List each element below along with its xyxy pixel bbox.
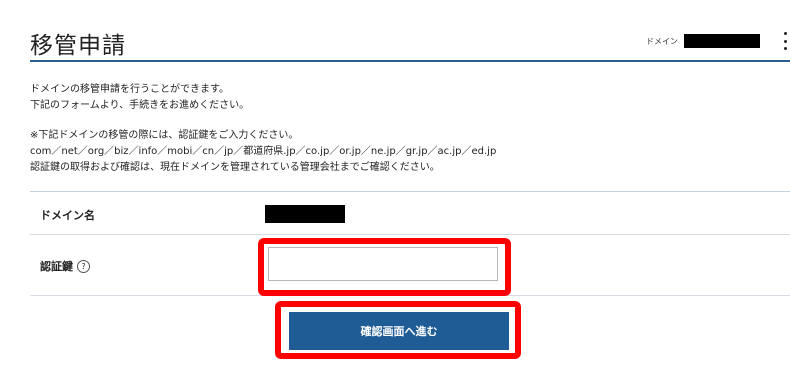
- auth-key-notice: ※下記ドメインの移管の際には、認証鍵をご入力ください。 com／net／org／…: [30, 128, 496, 176]
- notice-line-3: 認証鍵の取得および確認は、現在ドメインを管理されている管理会社までご確認ください…: [30, 162, 440, 173]
- notice-line-1: ※下記ドメインの移管の際には、認証鍵をご入力ください。: [30, 130, 299, 141]
- domain-name-label: ドメイン名: [40, 209, 95, 222]
- auth-key-label-group: 認証鍵 ?: [40, 258, 90, 274]
- page-header: 移管申請 ドメイン: [30, 0, 790, 62]
- redacted-domain-value: [265, 205, 345, 223]
- confirm-screen-button[interactable]: 確認画面へ進む: [289, 312, 509, 350]
- auth-key-label: 認証鍵: [40, 260, 73, 273]
- notice-line-2: com／net／org／biz／info／mobi／cn／jp／都道府県.jp／…: [30, 146, 497, 157]
- kebab-menu-icon[interactable]: [780, 32, 790, 50]
- domain-name-row: ドメイン名: [30, 192, 790, 235]
- intro-line-1: ドメインの移管申請を行うことができます。: [30, 84, 229, 95]
- intro-line-2: 下記のフォームより、手続きをお進めください。: [30, 100, 250, 111]
- help-icon[interactable]: ?: [77, 259, 90, 273]
- transfer-form: ドメイン名 認証鍵 ?: [30, 191, 790, 296]
- domain-indicator-label: ドメイン: [646, 36, 678, 46]
- page-title: 移管申請: [30, 33, 126, 59]
- auth-key-input[interactable]: [268, 247, 498, 281]
- redacted-domain-name: [684, 34, 760, 48]
- current-domain-indicator: ドメイン: [646, 34, 760, 48]
- intro-text: ドメインの移管申請を行うことができます。 下記のフォームより、手続きをお進めくだ…: [30, 82, 249, 114]
